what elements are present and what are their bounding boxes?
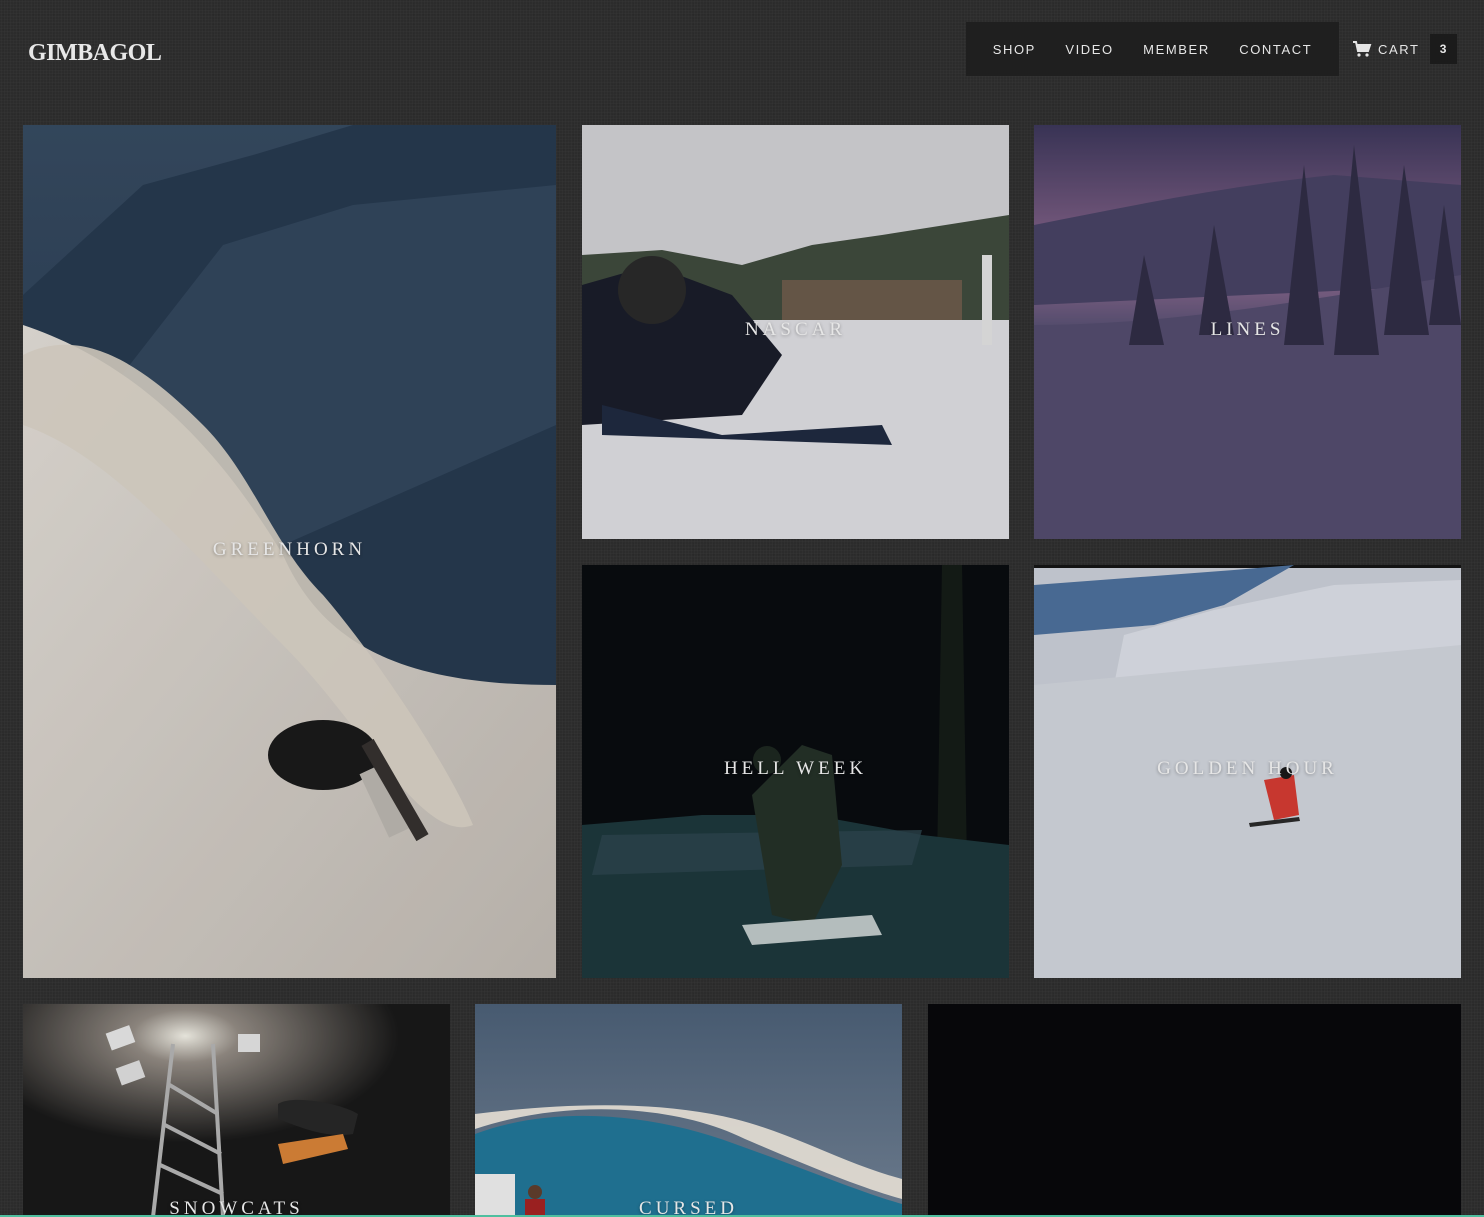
cart-icon — [1353, 41, 1372, 57]
nav-contact[interactable]: CONTACT — [1239, 42, 1312, 57]
cart-button[interactable]: CART 3 — [1352, 34, 1457, 64]
video-tile-golden-hour[interactable]: GOLDEN HOUR — [1034, 565, 1461, 978]
video-title: HELL WEEK — [723, 758, 868, 779]
video-tile-greenhorn[interactable]: GREENHORN — [23, 125, 556, 978]
video-title: LINES — [1210, 319, 1285, 340]
cart-label: CART — [1378, 41, 1420, 57]
video-tile-untitled[interactable] — [928, 1004, 1461, 1217]
snowcats-thumbnail — [23, 1004, 450, 1217]
video-tile-snowcats[interactable]: SNOWCATS — [23, 1004, 450, 1217]
site-logo[interactable]: GIMBAGOL — [28, 40, 162, 67]
cart-count-badge: 3 — [1429, 34, 1457, 64]
nav-member[interactable]: MEMBER — [1143, 42, 1210, 57]
video-title: GREENHORN — [212, 539, 367, 560]
video-title: GOLDEN HOUR — [1157, 758, 1338, 779]
cursed-thumbnail — [475, 1004, 902, 1217]
video-tile-nascar[interactable]: NASCAR — [582, 125, 1009, 539]
nav-video[interactable]: VIDEO — [1065, 42, 1113, 57]
video-tile-cursed[interactable]: CURSED — [475, 1004, 902, 1217]
main-nav: SHOP VIDEO MEMBER CONTACT — [966, 22, 1339, 76]
video-title: NASCAR — [744, 319, 847, 340]
nav-shop[interactable]: SHOP — [993, 42, 1036, 57]
video-tile-lines[interactable]: LINES — [1034, 125, 1461, 539]
video-tile-hell-week[interactable]: HELL WEEK — [582, 565, 1009, 978]
